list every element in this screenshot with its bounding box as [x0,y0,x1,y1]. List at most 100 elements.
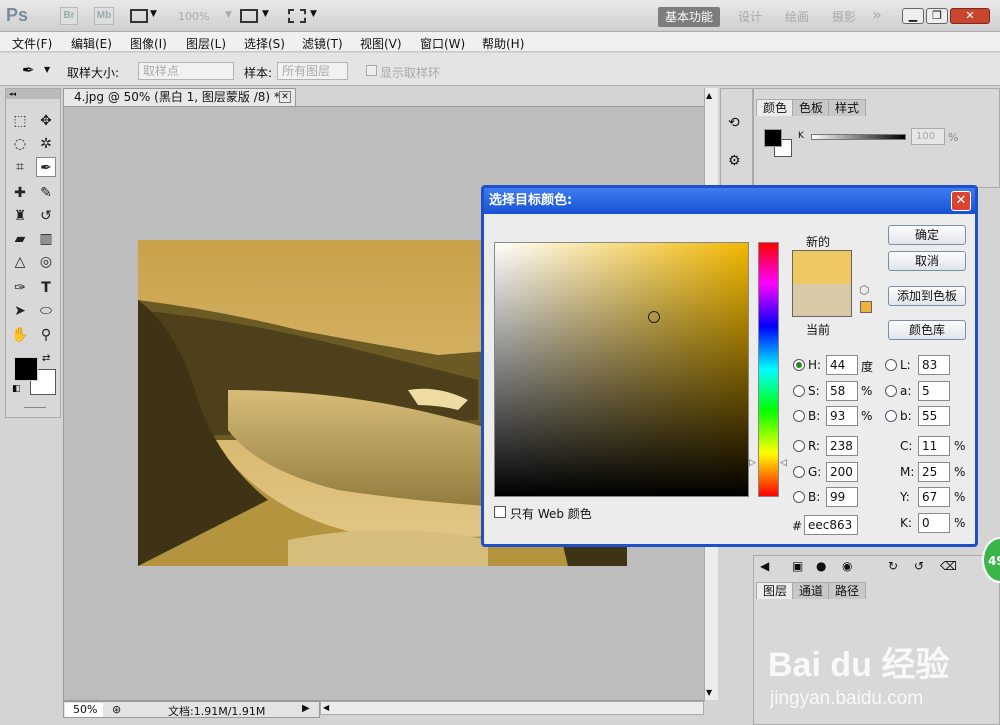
move-tool-icon[interactable]: ✥ [36,111,56,131]
menu-layer[interactable]: 图层(L) [186,35,226,52]
brush-panel-icon[interactable]: ⚙ [728,153,741,169]
close-icon[interactable]: ✕ [279,91,291,103]
bridge-button[interactable]: Br [60,7,78,25]
saturation-radio[interactable] [793,385,805,397]
scroll-up-icon[interactable]: ▲ [706,91,712,100]
default-colors-icon[interactable]: ◧ [12,384,21,394]
tab-channels[interactable]: 通道 [792,582,831,599]
new-group-icon[interactable]: ↻ [888,559,898,573]
web-colors-only-checkbox[interactable] [494,506,506,518]
zoom-tool-icon[interactable]: ⚲ [36,325,56,345]
pen-tool-icon[interactable]: ✑ [10,278,30,298]
hue-radio[interactable] [793,359,805,371]
horizontal-scrollbar[interactable]: ◀ [320,701,704,715]
minimize-icon[interactable]: ▁ [902,8,924,24]
hue-slider-left-arrow-icon[interactable]: ▷ [749,458,756,468]
saturation-brightness-field[interactable] [494,242,749,497]
blur-tool-icon[interactable]: △ [10,252,30,272]
show-ring-checkbox[interactable] [366,65,377,76]
scroll-down-icon[interactable]: ▼ [706,688,712,697]
screen-mode-icon[interactable] [288,9,306,23]
arrange-documents-icon[interactable] [240,9,258,23]
blue-radio[interactable] [793,491,805,503]
new-layer-icon[interactable]: ↺ [914,559,924,573]
tab-paths[interactable]: 路径 [828,582,867,599]
add-to-swatches-button[interactable]: 添加到色板 [888,286,966,306]
mini-bridge-button[interactable]: Mb [94,7,114,25]
chevron-down-icon[interactable]: ▼ [150,9,157,19]
zoom-field[interactable]: 50% [65,703,103,717]
lab-a-radio[interactable] [885,385,897,397]
extras-icon[interactable] [130,9,148,23]
sample-select[interactable]: 所有图层 [277,62,348,80]
foreground-color-swatch[interactable] [14,357,38,381]
hue-slider[interactable] [758,242,779,497]
brightness-radio[interactable] [793,410,805,422]
clone-stamp-tool-icon[interactable]: ♜ [10,206,30,226]
panel-foreground-swatch[interactable] [764,129,782,147]
gamut-warning-icon[interactable]: ⬡ [859,283,869,297]
marquee-tool-icon[interactable]: ⬚ [10,111,30,131]
eraser-tool-icon[interactable]: ▰ [10,229,30,249]
collapse-icon[interactable]: ◂◂ [6,89,60,99]
sample-size-select[interactable]: 取样点 [138,62,234,80]
saturation-input[interactable]: 58 [826,381,858,401]
close-icon[interactable]: ✕ [950,8,990,24]
red-radio[interactable] [793,440,805,452]
tab-swatches[interactable]: 色板 [792,99,831,116]
black-input[interactable]: 0 [918,513,950,533]
workspace-painting-button[interactable]: 绘画 [785,7,809,27]
lab-b-radio[interactable] [885,410,897,422]
history-panel-icon[interactable]: ⟲ [728,115,740,131]
gradient-tool-icon[interactable]: ▥ [36,229,56,249]
menu-filter[interactable]: 滤镜(T) [302,35,343,52]
hex-input[interactable]: eec863 [804,515,858,535]
web-safe-swatch[interactable] [860,301,872,313]
k-value-input[interactable]: 100 [911,128,945,145]
green-radio[interactable] [793,466,805,478]
hand-tool-icon[interactable]: ✋ [10,325,30,345]
tab-color[interactable]: 颜色 [756,99,795,116]
quick-select-tool-icon[interactable]: ✲ [36,134,56,154]
menu-view[interactable]: 视图(V) [360,35,402,52]
green-input[interactable]: 200 [826,462,858,482]
ok-button[interactable]: 确定 [888,225,966,245]
menu-edit[interactable]: 编辑(E) [71,35,112,52]
link-layers-icon[interactable]: ◀ [760,559,769,573]
chevron-down-icon[interactable]: ▼ [310,9,317,19]
crop-tool-icon[interactable]: ⌗ [10,157,30,177]
color-libraries-button[interactable]: 颜色库 [888,320,966,340]
lasso-tool-icon[interactable]: ◌ [10,134,30,154]
lab-l-input[interactable]: 83 [918,355,950,375]
workspace-basic-button[interactable]: 基本功能 [658,7,720,27]
adjustment-layer-icon[interactable]: ◉ [842,559,852,573]
layer-mask-icon[interactable]: ● [816,559,826,573]
eyedropper-icon[interactable]: ✒ [22,61,35,79]
status-menu-arrow-icon[interactable]: ▶ [302,703,310,714]
current-color-swatch[interactable] [792,284,852,317]
healing-brush-tool-icon[interactable]: ✚ [10,183,30,203]
chevron-down-icon[interactable]: ▼ [44,65,50,74]
lab-a-input[interactable]: 5 [918,381,950,401]
magenta-input[interactable]: 25 [918,462,950,482]
k-slider[interactable] [811,134,906,140]
scroll-left-icon[interactable]: ◀ [323,703,329,712]
blue-input[interactable]: 99 [826,487,858,507]
workspace-design-button[interactable]: 设计 [738,7,762,27]
document-tab[interactable]: 4.jpg @ 50% (黑白 1, 图层蒙版 /8) * ✕ [63,88,296,106]
menu-help[interactable]: 帮助(H) [482,35,524,52]
dodge-tool-icon[interactable]: ◎ [36,252,56,272]
layer-style-icon[interactable]: ▣ [792,559,803,573]
close-icon[interactable]: ✕ [951,191,971,211]
red-input[interactable]: 238 [826,436,858,456]
delete-layer-icon[interactable]: ⌫ [940,559,957,573]
ellipse-tool-icon[interactable]: ⬭ [36,301,56,321]
history-brush-tool-icon[interactable]: ↺ [36,206,56,226]
cyan-input[interactable]: 11 [918,436,950,456]
chevron-down-icon[interactable]: ▼ [262,9,269,19]
hue-input[interactable]: 44 [826,355,858,375]
status-options-icon[interactable]: ⊛ [112,703,121,716]
chevron-down-icon[interactable]: ▼ [225,10,232,20]
lab-l-radio[interactable] [885,359,897,371]
hue-slider-right-arrow-icon[interactable]: ◁ [780,458,787,468]
